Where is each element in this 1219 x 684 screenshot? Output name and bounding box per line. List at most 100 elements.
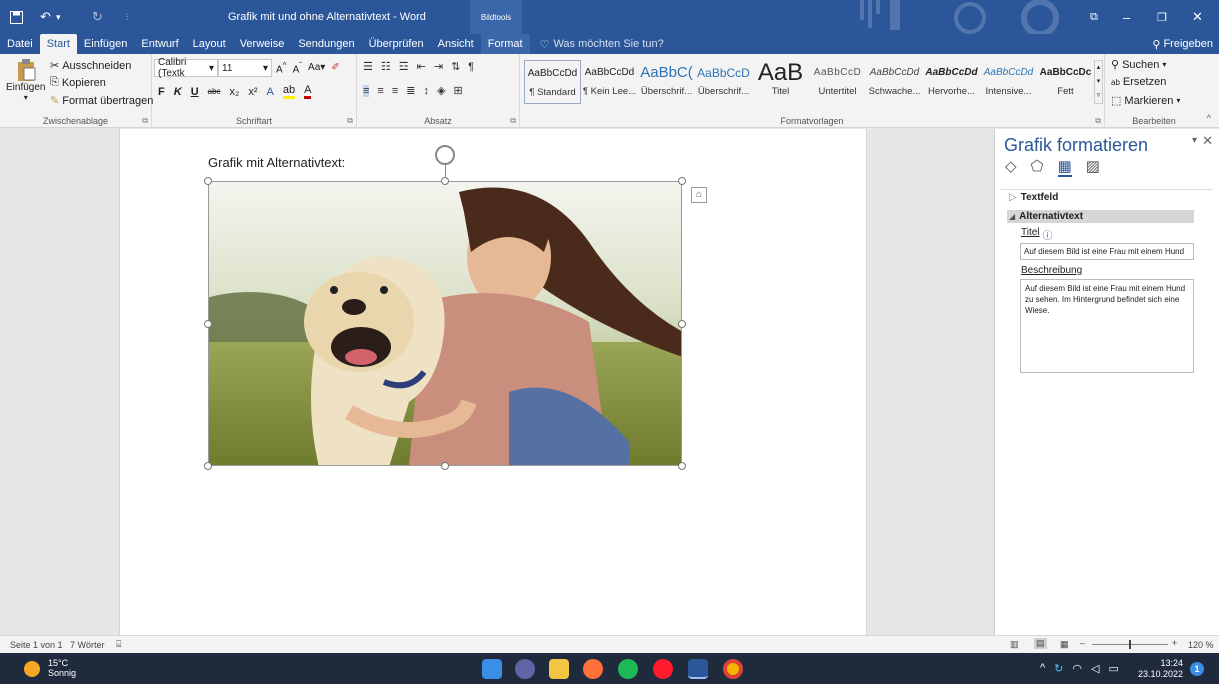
resize-handle-left[interactable] — [204, 320, 212, 328]
justify-icon[interactable]: ≣ — [406, 84, 415, 97]
style-fett[interactable]: AaBbCcDc Fett — [1037, 60, 1094, 104]
clock-time[interactable]: 13:24 — [1138, 658, 1184, 669]
wifi-icon[interactable]: ◠ — [1072, 662, 1082, 675]
styles-gallery-scroll[interactable]: ▴ ▾ ▿ — [1094, 60, 1103, 104]
pane-close-icon[interactable]: ✕ — [1202, 133, 1213, 149]
font-color-icon[interactable]: A — [304, 84, 312, 99]
pilcrow-icon[interactable]: ¶ — [468, 61, 474, 73]
shading-icon[interactable]: ◈ — [437, 84, 445, 97]
copy-button[interactable]: ⎘ Kopieren — [50, 76, 106, 89]
word-icon[interactable] — [688, 659, 708, 679]
undo-icon[interactable]: ↶ — [40, 0, 51, 34]
zoom-slider-thumb[interactable] — [1129, 640, 1131, 649]
tab-verweise[interactable]: Verweise — [233, 34, 292, 54]
format-painter-button[interactable]: ✎ Format übertragen — [50, 94, 153, 108]
subscript-icon[interactable]: x₂ — [230, 86, 240, 98]
picture[interactable] — [208, 181, 682, 466]
tab-ueberpruefen[interactable]: Überprüfen — [362, 34, 431, 54]
teams-icon[interactable] — [515, 659, 535, 679]
picture-icon[interactable]: ▨ — [1086, 157, 1100, 177]
text-effects-icon[interactable]: A — [267, 86, 274, 98]
find-button[interactable]: ⚲ Suchen ▾ — [1111, 58, 1166, 72]
proofing-icon[interactable]: ⌸ — [116, 639, 121, 650]
zoom-out-icon[interactable]: – — [1080, 638, 1085, 648]
web-layout-icon[interactable]: ▦ — [1060, 639, 1069, 650]
resize-handle-bottom-left[interactable] — [204, 462, 212, 470]
grow-font-icon[interactable]: A^ — [276, 60, 287, 75]
file-explorer-icon[interactable] — [549, 659, 569, 679]
resize-handle-bottom[interactable] — [441, 462, 449, 470]
style-untertitel[interactable]: AaBbCcD Untertitel — [809, 60, 866, 104]
resize-handle-top-left[interactable] — [204, 177, 212, 185]
volume-icon[interactable]: ◁ — [1091, 662, 1099, 675]
clear-formatting-icon[interactable]: ✐ — [331, 62, 339, 73]
close-button[interactable]: ✕ — [1192, 0, 1203, 34]
resize-handle-right[interactable] — [678, 320, 686, 328]
tell-me-box[interactable]: ♡ Was möchten Sie tun? — [540, 34, 664, 54]
windows-start-icon[interactable] — [482, 659, 502, 679]
align-right-icon[interactable]: ≡ — [392, 85, 398, 97]
effects-icon[interactable]: ⬠ — [1031, 157, 1044, 177]
paste-button[interactable]: Einfügen ▾ — [6, 58, 45, 102]
section-alt-text[interactable]: ◢ Alternativtext — [1007, 210, 1194, 223]
font-size-dropdown[interactable]: 11 ▾ — [218, 59, 272, 77]
zoom-level[interactable]: 120 % — [1188, 640, 1214, 650]
tab-datei[interactable]: Datei — [0, 34, 40, 54]
resize-handle-top-right[interactable] — [678, 177, 686, 185]
styles-launcher-icon[interactable]: ⧉ — [1095, 116, 1101, 126]
underline-button[interactable]: U — [191, 86, 199, 98]
font-name-dropdown[interactable]: Calibri (Textk ▾ — [154, 57, 218, 79]
ribbon-display-options-icon[interactable]: ⧉ — [1090, 0, 1098, 34]
chrome-icon[interactable] — [723, 659, 743, 679]
italic-button[interactable]: K — [174, 86, 182, 98]
weather-sun-icon[interactable] — [24, 661, 40, 677]
font-launcher-icon[interactable]: ⧉ — [347, 116, 353, 126]
word-count[interactable]: 7 Wörter — [70, 640, 105, 650]
select-button[interactable]: ⬚ Markieren ▾ — [1111, 94, 1180, 108]
info-icon[interactable]: ⓘ — [1043, 227, 1053, 242]
tab-sendungen[interactable]: Sendungen — [291, 34, 361, 54]
style-titel[interactable]: AaB Titel — [752, 60, 809, 104]
style-hervorhebung[interactable]: AaBbCcDd Hervorhe... — [923, 60, 980, 104]
style-ueberschrift-2[interactable]: AaBbCcD Überschrif... — [695, 60, 752, 104]
cut-button[interactable]: ✂ Ausschneiden — [50, 59, 131, 73]
weather-temperature[interactable]: 15°C — [48, 658, 76, 668]
spotify-icon[interactable] — [618, 659, 638, 679]
style-kein-leerraum[interactable]: AaBbCcDd ¶ Kein Lee... — [581, 60, 638, 104]
weather-condition[interactable]: Sonnig — [48, 668, 76, 678]
paragraph-launcher-icon[interactable]: ⧉ — [510, 116, 516, 126]
pane-options-icon[interactable]: ▾ — [1192, 135, 1197, 146]
highlight-icon[interactable]: ab — [282, 84, 296, 99]
firefox-icon[interactable] — [583, 659, 603, 679]
page-heading[interactable]: Grafik mit Alternativtext: — [208, 155, 345, 170]
chevron-up-icon[interactable]: ^ — [1040, 662, 1045, 675]
document-page[interactable]: Grafik mit Alternativtext: ⌂ — [119, 129, 867, 635]
notification-badge[interactable]: 1 — [1190, 662, 1204, 676]
alt-description-textarea[interactable]: Auf diesem Bild ist eine Frau mit einem … — [1020, 279, 1194, 373]
style-ueberschrift-1[interactable]: AaBbC(Überschrif... — [638, 60, 695, 104]
sort-icon[interactable]: ⇅ — [451, 60, 460, 73]
minimize-button[interactable]: – — [1123, 0, 1130, 34]
alt-title-input[interactable]: Auf diesem Bild ist eine Frau mit einem … — [1020, 243, 1194, 260]
change-case-icon[interactable]: Aa▾ — [308, 62, 325, 73]
battery-icon[interactable]: ▭ — [1108, 662, 1118, 675]
line-spacing-icon[interactable]: ↕ — [423, 85, 429, 97]
bold-button[interactable]: F — [158, 86, 165, 98]
zoom-in-icon[interactable]: + — [1172, 638, 1177, 648]
collapse-ribbon-icon[interactable]: ^ — [1207, 113, 1211, 123]
rotate-handle[interactable] — [435, 145, 455, 165]
restore-button[interactable]: ❐ — [1157, 0, 1167, 34]
replace-button[interactable]: ab Ersetzen — [1111, 76, 1166, 88]
section-textbox[interactable]: ▷ Textfeld — [1009, 192, 1058, 203]
strikethrough-icon[interactable]: abc — [208, 87, 221, 96]
read-mode-icon[interactable]: ▥ — [1010, 639, 1019, 650]
resize-handle-bottom-right[interactable] — [678, 462, 686, 470]
superscript-icon[interactable]: x² — [248, 86, 257, 98]
share-button[interactable]: ⚲ Freigeben — [1152, 34, 1213, 54]
decrease-indent-icon[interactable]: ⇤ — [417, 60, 426, 73]
tab-format[interactable]: Format — [480, 34, 530, 54]
tab-layout[interactable]: Layout — [186, 34, 233, 54]
tab-start[interactable]: Start — [39, 34, 77, 54]
shrink-font-icon[interactable]: Aˇ — [293, 60, 302, 75]
undo-dropdown-icon[interactable]: ▾ — [56, 0, 61, 34]
